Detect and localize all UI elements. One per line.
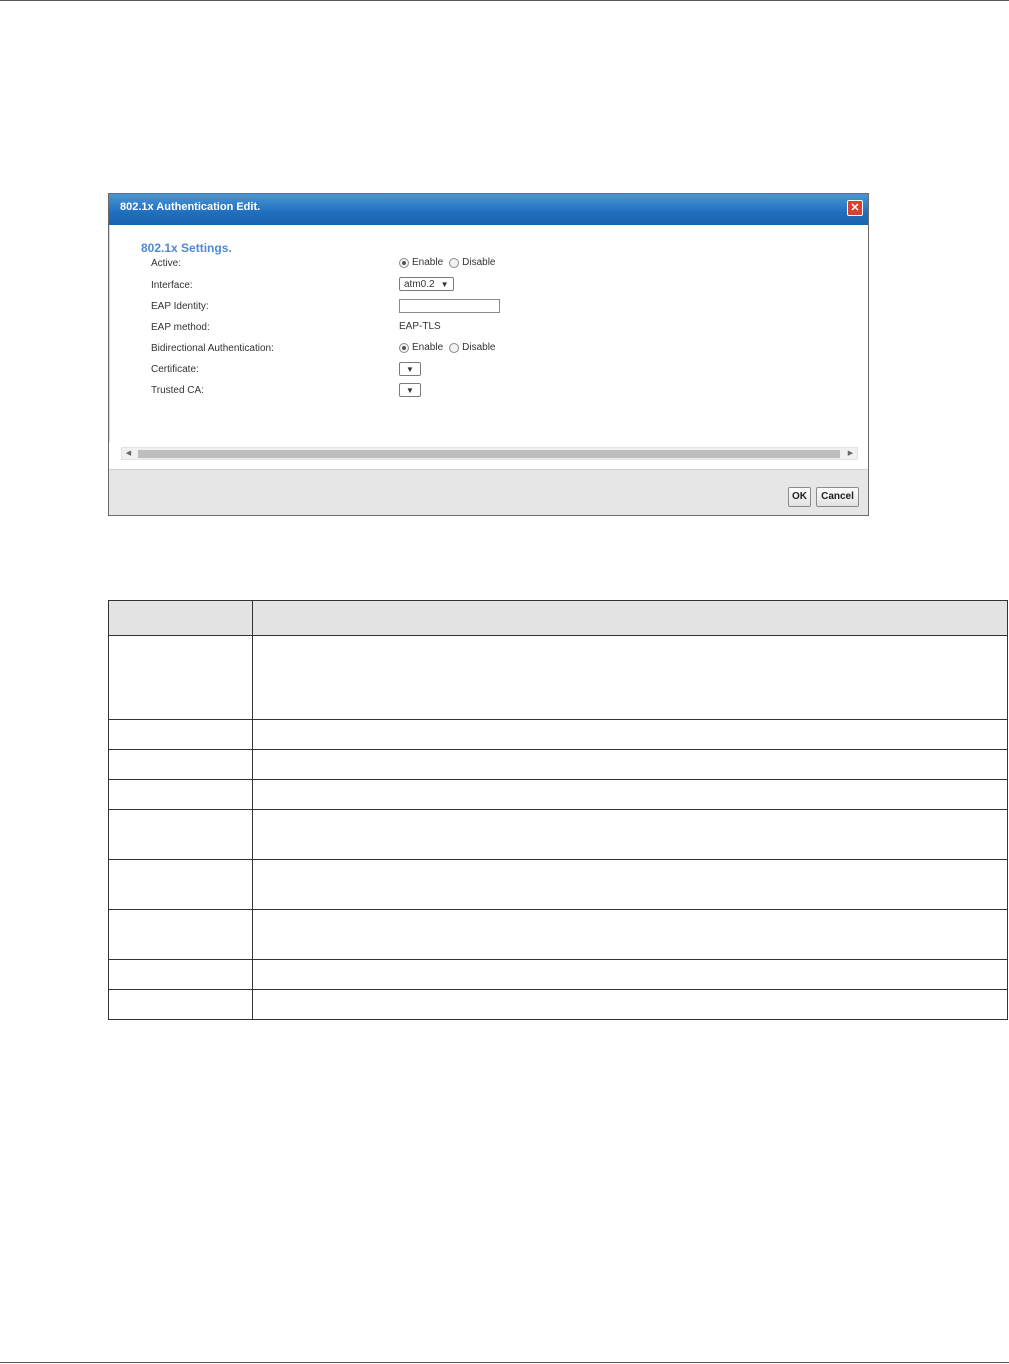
table-cell-label [108, 779, 253, 810]
bidirectional-disable-radio[interactable] [449, 342, 460, 353]
table-cell-description [252, 989, 1008, 1020]
table-row [108, 719, 1008, 750]
active-disable-radio[interactable] [449, 257, 460, 268]
table-cell-label [108, 959, 253, 990]
eap-identity-label: EAP Identity: [151, 301, 209, 312]
active-enable-label: Enable [412, 257, 444, 268]
active-label: Active: [151, 258, 182, 269]
table-cell-label [108, 909, 253, 960]
active-disable-label: Disable [462, 257, 496, 268]
interface-value: atm0.2 [404, 278, 435, 290]
table-row [108, 909, 1008, 960]
table-cell-description [252, 859, 1008, 910]
trusted-ca-select[interactable]: ▼ [399, 383, 421, 397]
table-row [108, 749, 1008, 780]
active-enable-radio[interactable] [399, 257, 409, 268]
table-header-row [108, 600, 1008, 636]
auth-edit-dialog: 802.1x Authentication Edit. ✕ 802.1x Set… [108, 193, 869, 516]
table-cell-description [252, 719, 1008, 750]
scroll-left-icon[interactable]: ◀ [122, 448, 135, 459]
field-description-table [108, 600, 1008, 1020]
bidirectional-label: Bidirectional Authentication: [151, 343, 274, 354]
table-cell-label [108, 749, 253, 780]
table-cell-description [252, 635, 1008, 720]
eap-identity-wrap [399, 299, 500, 313]
bidirectional-enable-label: Enable [412, 342, 444, 353]
table-cell-description [252, 809, 1008, 860]
active-radio-group: Enable Disable [399, 257, 502, 268]
eap-method-value: EAP-TLS [399, 321, 441, 332]
scroll-thumb[interactable] [138, 450, 840, 458]
dialog-content: 802.1x Settings. Active: Enable Disable … [109, 225, 868, 442]
table-cell-label [108, 635, 253, 720]
table-cell-label [108, 989, 253, 1020]
close-icon[interactable]: ✕ [847, 200, 863, 216]
trusted-ca-select-wrap: ▼ [399, 383, 421, 397]
dialog-titlebar: 802.1x Authentication Edit. ✕ [109, 194, 868, 225]
certificate-select-wrap: ▼ [399, 362, 421, 376]
table-header-description [252, 600, 1008, 636]
interface-select[interactable]: atm0.2 ▼ [399, 277, 454, 291]
table-row [108, 779, 1008, 810]
scroll-right-icon[interactable]: ▶ [844, 448, 857, 459]
certificate-select[interactable]: ▼ [399, 362, 421, 376]
table-cell-description [252, 959, 1008, 990]
table-row [108, 635, 1008, 720]
table-row [108, 959, 1008, 990]
table-cell-description [252, 779, 1008, 810]
bidirectional-disable-label: Disable [462, 342, 496, 353]
horizontal-scrollbar[interactable]: ◀ ▶ [121, 447, 858, 460]
section-title: 802.1x Settings. [141, 241, 232, 255]
table-cell-description [252, 909, 1008, 960]
bidirectional-enable-radio[interactable] [399, 342, 409, 353]
table-cell-description [252, 749, 1008, 780]
certificate-label: Certificate: [151, 364, 199, 375]
interface-select-wrap: atm0.2 ▼ [399, 277, 454, 291]
table-cell-label [108, 859, 253, 910]
header-rule [0, 0, 1009, 1]
table-cell-label [108, 809, 253, 860]
interface-label: Interface: [151, 280, 193, 291]
footer-rule [0, 1362, 1009, 1363]
ok-button[interactable]: OK [788, 487, 811, 507]
table-row [108, 989, 1008, 1020]
eap-method-label: EAP method: [151, 322, 210, 333]
dialog-footer: OK Cancel [109, 469, 868, 515]
table-cell-label [108, 719, 253, 750]
table-header-label [108, 600, 253, 636]
table-row [108, 859, 1008, 910]
trusted-ca-label: Trusted CA: [151, 385, 204, 396]
chevron-down-icon: ▼ [440, 279, 449, 289]
chevron-down-icon: ▼ [406, 364, 414, 374]
table-row [108, 809, 1008, 860]
cancel-button[interactable]: Cancel [816, 487, 859, 507]
bidirectional-radio-group: Enable Disable [399, 342, 502, 353]
dialog-title: 802.1x Authentication Edit. [120, 201, 261, 213]
eap-identity-input[interactable] [399, 299, 500, 313]
chevron-down-icon: ▼ [406, 385, 414, 395]
